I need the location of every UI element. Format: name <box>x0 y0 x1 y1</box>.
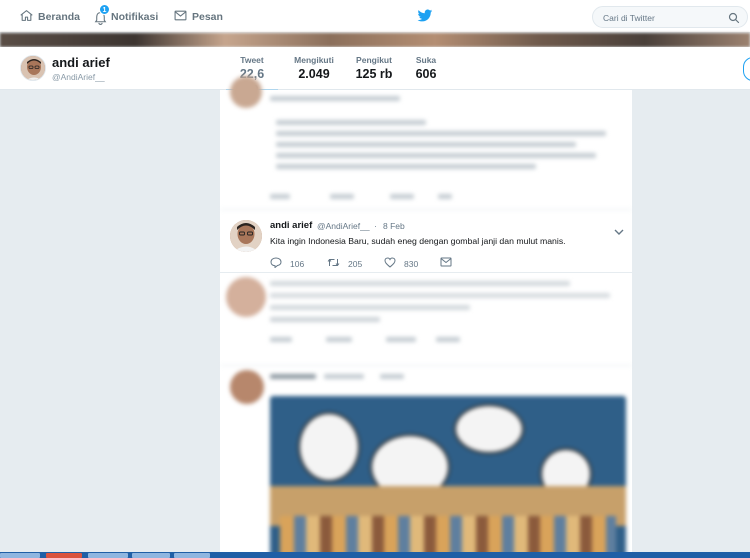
reply-icon <box>270 257 290 270</box>
taskbar-button[interactable] <box>88 553 128 558</box>
stat-label: Suka <box>415 55 437 65</box>
home-icon <box>20 9 38 25</box>
tweet-image[interactable] <box>270 396 626 558</box>
retweet-count: 205 <box>348 258 363 269</box>
retweet-button[interactable]: 205 <box>327 257 362 270</box>
nav-messages-label: Pesan <box>192 10 223 23</box>
tweet-text: Kita ingin Indonesia Baru, sudah eneg de… <box>270 236 566 246</box>
like-count: 830 <box>404 258 419 269</box>
blurred-tweet <box>220 366 632 558</box>
nav-messages[interactable]: Pesan <box>174 0 223 33</box>
profile-nav-bar: andi arief @AndiArief__ Tweet 22,6 rb Me… <box>0 47 750 95</box>
nav-home-label: Beranda <box>38 10 81 23</box>
heart-icon <box>384 257 404 270</box>
chevron-down-icon[interactable] <box>614 223 624 241</box>
blurred-tweet <box>220 273 632 366</box>
nav-notifications[interactable]: 1 Notifikasi <box>94 0 158 33</box>
blurred-tweet <box>220 76 632 210</box>
like-button[interactable]: 830 <box>384 257 418 270</box>
tweet-author-name[interactable]: andi arief <box>270 220 312 231</box>
search-icon[interactable] <box>728 11 740 29</box>
tab-followers[interactable]: Pengikut 125 rb <box>354 55 394 81</box>
tweet[interactable]: andi arief @AndiArief__ · 8 Feb Kita ing… <box>220 210 632 273</box>
profile-header-image <box>0 33 750 47</box>
avatar[interactable] <box>20 55 46 81</box>
stat-label: Pengikut <box>356 55 392 65</box>
direct-message-button[interactable] <box>440 257 460 269</box>
nav-home[interactable]: Beranda <box>20 0 80 33</box>
nav-notifications-label: Notifikasi <box>111 10 159 23</box>
separator-dot: · <box>374 221 377 231</box>
stat-value: 606 <box>415 67 437 81</box>
envelope-icon <box>440 257 460 269</box>
stat-value: 125 rb <box>355 67 393 81</box>
tab-following[interactable]: Mengikuti 2.049 <box>292 55 336 81</box>
notification-count-badge: 1 <box>99 4 110 15</box>
taskbar-button[interactable] <box>174 553 210 558</box>
taskbar-button[interactable] <box>46 553 82 558</box>
retweet-icon <box>327 257 348 270</box>
taskbar-button[interactable] <box>0 553 40 558</box>
profile-name: andi arief <box>52 55 110 70</box>
search-input[interactable] <box>603 10 723 25</box>
profile-handle: @AndiArief__ <box>52 72 105 82</box>
stat-label: Mengikuti <box>294 55 334 65</box>
avatar[interactable] <box>230 220 262 252</box>
tweet-timestamp[interactable]: 8 Feb <box>383 221 405 231</box>
reply-count: 106 <box>290 258 305 269</box>
twitter-bird-icon[interactable] <box>417 9 433 28</box>
search-box[interactable] <box>592 6 748 28</box>
top-navigation: Beranda 1 Notifikasi Pesan <box>0 0 750 33</box>
timeline: andi arief @AndiArief__ · 8 Feb Kita ing… <box>220 76 632 558</box>
stat-label: Tweet <box>240 55 264 65</box>
envelope-icon <box>174 10 192 24</box>
tweet-author-handle[interactable]: @AndiArief__ <box>317 221 370 231</box>
stat-value: 2.049 <box>298 67 330 81</box>
taskbar-button[interactable] <box>132 553 170 558</box>
tab-likes[interactable]: Suka 606 <box>413 55 439 81</box>
reply-button[interactable]: 106 <box>270 257 304 270</box>
